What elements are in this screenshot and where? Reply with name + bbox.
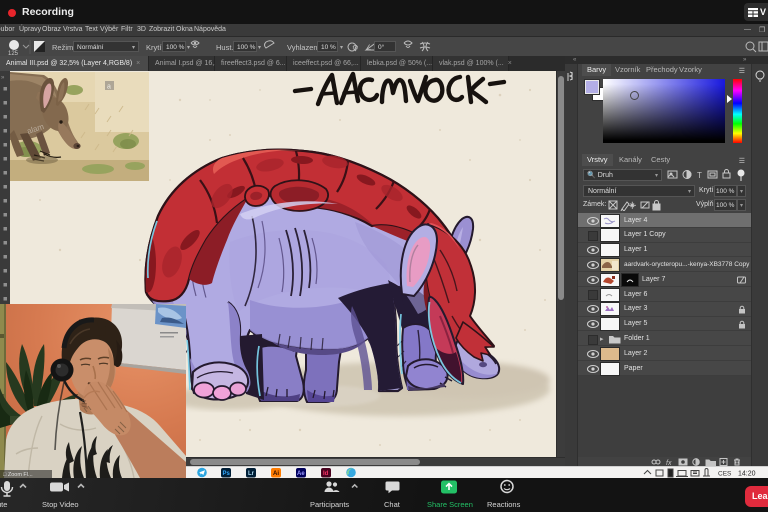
svg-text:Ps: Ps (223, 471, 231, 477)
svg-text:a: a (107, 84, 111, 91)
svg-text:Ai: Ai (273, 471, 279, 477)
svg-text:Ae: Ae (297, 471, 305, 477)
svg-text:14:20: 14:20 (738, 471, 756, 478)
svg-text:Id: Id (323, 471, 329, 477)
svg-text:»: » (1, 75, 5, 81)
svg-text:Lr: Lr (248, 471, 255, 477)
svg-text:CES: CES (718, 471, 732, 478)
svg-text:T: T (697, 171, 702, 180)
svg-text:□ Zoom Fl...: □ Zoom Fl... (3, 472, 33, 478)
